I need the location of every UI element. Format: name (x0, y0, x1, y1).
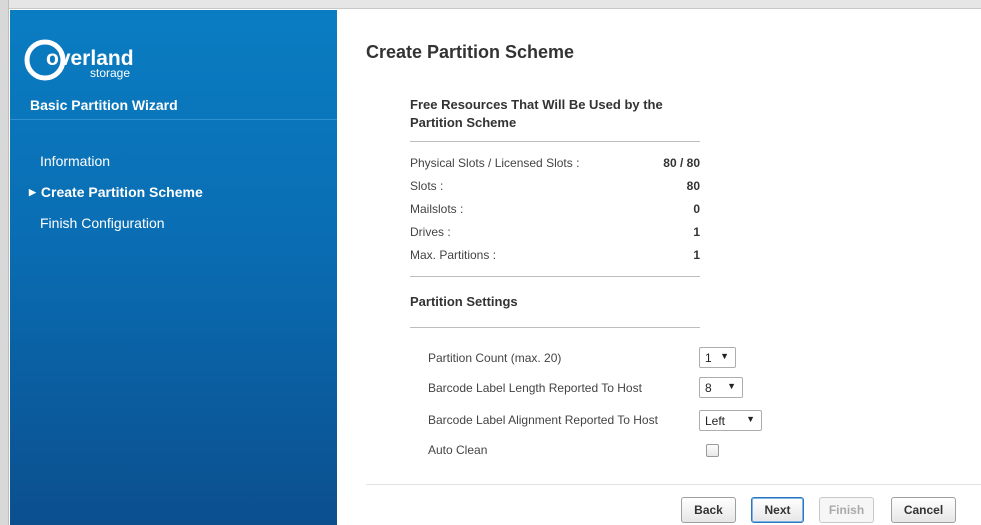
resource-value: 0 (693, 202, 700, 216)
barcode-length-select[interactable]: 8 ▼ (699, 377, 743, 398)
resource-value: 80 / 80 (663, 156, 700, 170)
resources-divider-top (410, 141, 700, 142)
auto-clean-label: Auto Clean (428, 443, 488, 457)
resource-value: 1 (693, 225, 700, 239)
resources-divider-bottom (410, 276, 700, 277)
partition-count-label: Partition Count (max. 20) (428, 351, 562, 365)
window-top-border (0, 0, 981, 9)
step-label: Create Partition Scheme (40, 184, 203, 200)
page-title: Create Partition Scheme (366, 42, 575, 62)
barcode-length-value: 8 (705, 381, 712, 395)
resource-label: Drives : (410, 225, 451, 239)
resource-label: Mailslots : (410, 202, 464, 216)
barcode-alignment-select[interactable]: Left ▼ (699, 410, 762, 431)
chevron-down-icon: ▼ (727, 381, 736, 391)
footer-divider (366, 484, 981, 485)
step-finish-configuration[interactable]: Finish Configuration (40, 215, 165, 231)
wizard-title: Basic Partition Wizard (30, 97, 178, 113)
resources-section-title: Free Resources That Will Be Used by the … (410, 97, 663, 130)
partition-count-select[interactable]: 1 ▼ (699, 347, 736, 368)
partition-count-value: 1 (705, 351, 712, 365)
step-label: Information (40, 153, 111, 169)
logo-word-storage: storage (90, 66, 130, 80)
settings-divider (410, 327, 700, 328)
finish-button[interactable]: Finish (819, 497, 874, 523)
wizard-content: Create Partition Scheme Free Resources T… (338, 10, 981, 525)
step-create-partition-scheme[interactable]: ▶ Create Partition Scheme (29, 184, 203, 200)
resource-label: Max. Partitions : (410, 248, 497, 262)
chevron-down-icon: ▼ (746, 414, 755, 424)
step-information[interactable]: Information (40, 153, 110, 169)
barcode-length-label: Barcode Label Length Reported To Host (428, 381, 642, 395)
overland-storage-logo: overland storage (24, 39, 134, 81)
resource-label: Slots : (410, 179, 444, 193)
back-button[interactable]: Back (681, 497, 736, 523)
next-button[interactable]: Next (751, 497, 804, 523)
resource-value: 1 (693, 248, 700, 262)
chevron-down-icon: ▼ (720, 351, 729, 361)
window-left-border (0, 0, 9, 525)
current-step-arrow-icon: ▶ (29, 187, 36, 197)
settings-section-title: Partition Settings (410, 294, 518, 309)
resource-label: Physical Slots / Licensed Slots : (410, 156, 580, 170)
barcode-alignment-label: Barcode Label Alignment Reported To Host (428, 413, 658, 427)
auto-clean-checkbox[interactable] (706, 444, 719, 457)
cancel-button[interactable]: Cancel (891, 497, 956, 523)
wizard-sidebar: overland storage Basic Partition Wizard … (10, 10, 337, 525)
step-label: Finish Configuration (40, 215, 165, 231)
barcode-alignment-value: Left (705, 414, 726, 428)
sidebar-divider (10, 119, 337, 120)
resource-value: 80 (686, 179, 700, 193)
